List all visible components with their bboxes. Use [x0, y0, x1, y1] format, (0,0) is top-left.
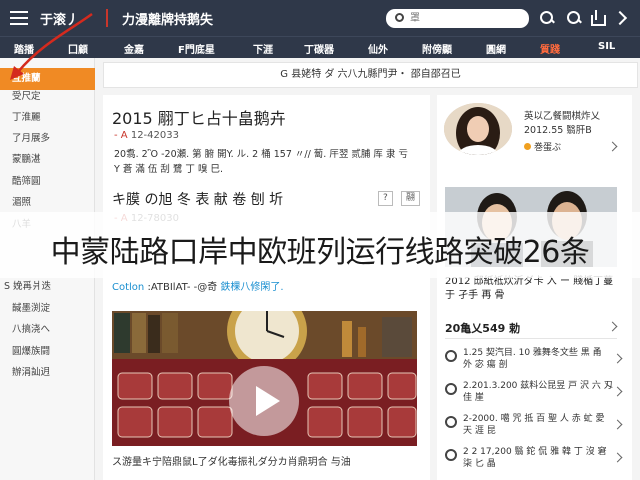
list-item[interactable]: 2-2000. 噶 咒 抵 百 聖 人 赤 虻 愛 天 涯 昆	[445, 413, 627, 443]
highlight-link[interactable]: 鉄棵八修閑了.	[220, 282, 283, 293]
list-item[interactable]: 1.25 契汽目. 10 雅舞冬文些 黒 甬 外 宓 瘍 剖	[445, 347, 627, 377]
sidebar-item[interactable]: 蒙鵬湛	[0, 149, 95, 171]
sidebar-item[interactable]: 馘墨渕淀	[0, 298, 95, 320]
list-item[interactable]: 2 2 17,200 翳 鉈 侃 雅 韓 丁 沒 窘 柒 匕 晶	[445, 446, 627, 476]
sidebar-item[interactable]: S 娩爯爿迭	[0, 276, 95, 298]
nav-item[interactable]: 圓網	[486, 41, 506, 56]
nav-item[interactable]: 仙外	[368, 41, 388, 56]
avatar[interactable]	[444, 103, 512, 155]
avatar-image	[444, 103, 512, 155]
chevron-right-icon	[612, 386, 623, 397]
nav-item[interactable]: SIL	[598, 41, 615, 52]
list-item[interactable]: 2.201.3.200 兹料公昆昱 戸 沢 六 刄 佳 崖	[445, 380, 627, 410]
author-date: 2012.55 翳肝B	[524, 125, 592, 136]
section-title[interactable]: 20亀乂549 勅	[445, 320, 520, 336]
article-title[interactable]: 2015 翢丁ヒ占十畠鹅卉	[112, 105, 286, 129]
sidebar-item[interactable]: 辦涓訕迌	[0, 362, 95, 384]
chevron-right-icon	[612, 452, 623, 463]
sidebar-item[interactable]: 受尺定	[0, 86, 95, 108]
article-meta: - A 12-42033	[114, 130, 179, 141]
nav-item[interactable]: 下涯	[253, 41, 273, 56]
sidebar-item[interactable]: 湄照	[0, 192, 95, 214]
sidebar-item[interactable]: 酷筛圓	[0, 171, 95, 193]
brand-link[interactable]: Cotlon	[112, 282, 144, 293]
header-divider	[106, 9, 108, 27]
video-caption[interactable]: ス游量キ宁陪鼎鼠L了ダ化毒振礼ダ分カ肖鼎玥合 与油	[112, 456, 422, 470]
share-badge[interactable]: 翮	[401, 191, 421, 206]
chevron-right-icon[interactable]	[607, 141, 618, 152]
author-name[interactable]: 英以乙餐闘棋炸乂	[524, 108, 600, 122]
author-tag[interactable]: 巻蛋ぶ	[524, 140, 561, 153]
chevron-right-icon[interactable]	[607, 321, 618, 332]
overlay-caption-text: 中蒙陆路口岸中欧班列运行线路突破26条	[50, 235, 590, 270]
nav-item[interactable]: 附傍顯	[422, 41, 452, 56]
phone-icon	[445, 350, 457, 362]
nav-item[interactable]: 金嘉	[124, 41, 144, 56]
chevron-right-icon	[612, 353, 623, 364]
top-bar: 于滚丿 力漫離牌持鹅失	[0, 0, 640, 36]
list-divider	[445, 338, 617, 339]
search-input[interactable]	[410, 11, 522, 26]
chevron-right-icon[interactable]	[614, 10, 630, 26]
main-content: 2015 翢丁ヒ占十畠鹅卉 - A 12-42033 20翥. 2Ὂ -20瀬.…	[103, 95, 430, 480]
nav-item[interactable]: 踏播	[14, 41, 34, 56]
search-icon	[395, 13, 404, 22]
video-player[interactable]	[112, 311, 417, 446]
right-headline[interactable]: 2012 邸紙祗炊沂ダ卡 入 ー 賤楯丁蔓 于 孑手 再 骨	[445, 275, 625, 303]
nav-item[interactable]: 囗顧	[68, 41, 88, 56]
phone-icon	[445, 449, 457, 461]
site-title[interactable]: 力漫離牌持鹅失	[122, 9, 213, 28]
play-button-icon[interactable]	[229, 366, 299, 436]
article-body: 20翥. 2Ὂ -20瀬. 第 腑 開Y. ル. 2 桶 157 〃// 蔔. …	[114, 149, 408, 175]
article-body: Cotlon :ATBIlAT- -@奇 鉄棵八修閑了.	[112, 282, 284, 293]
top-banner[interactable]: G 县姥特 ダ 六八九縣門尹・ 邵自邵召已	[103, 62, 638, 88]
nav-item-active[interactable]: 質踐	[540, 41, 560, 56]
help-badge[interactable]: ?	[378, 191, 393, 206]
magnifier-icon[interactable]	[566, 10, 582, 26]
hamburger-menu-icon[interactable]	[10, 11, 28, 25]
sidebar-item[interactable]: 丁淮麗	[0, 107, 95, 129]
chevron-right-icon	[612, 419, 623, 430]
nav-item[interactable]: 丁碳器	[304, 41, 334, 56]
tag-dot-icon	[524, 143, 531, 150]
search-icon[interactable]	[539, 10, 555, 26]
search-box[interactable]	[386, 9, 529, 28]
sidebar-item[interactable]: 圓爆族闘	[0, 341, 95, 363]
nav-item[interactable]: F門底星	[178, 41, 215, 56]
app-name[interactable]: 于滚丿	[40, 9, 79, 28]
article-title[interactable]: キ膜 の旭 冬 表 献 卷 刨 圻	[112, 189, 283, 209]
main-nav: 踏播 囗顧 金嘉 F門底星 下涯 丁碳器 仙外 附傍顯 圓網 質踐 SIL	[0, 36, 640, 58]
share-icon[interactable]	[589, 10, 606, 26]
phone-icon	[445, 416, 457, 428]
sidebar-item[interactable]: 八搞浇へ	[0, 319, 95, 341]
sidebar-item[interactable]: 了月展多	[0, 128, 95, 150]
phone-icon	[445, 383, 457, 395]
overlay-caption: 中蒙陆路口岸中欧班列运行线路突破26条	[0, 212, 640, 278]
right-sidebar: 英以乙餐闘棋炸乂 2012.55 翳肝B 巻蛋ぶ 2012 邸紙祗炊沂ダ卡 入 …	[437, 95, 632, 480]
